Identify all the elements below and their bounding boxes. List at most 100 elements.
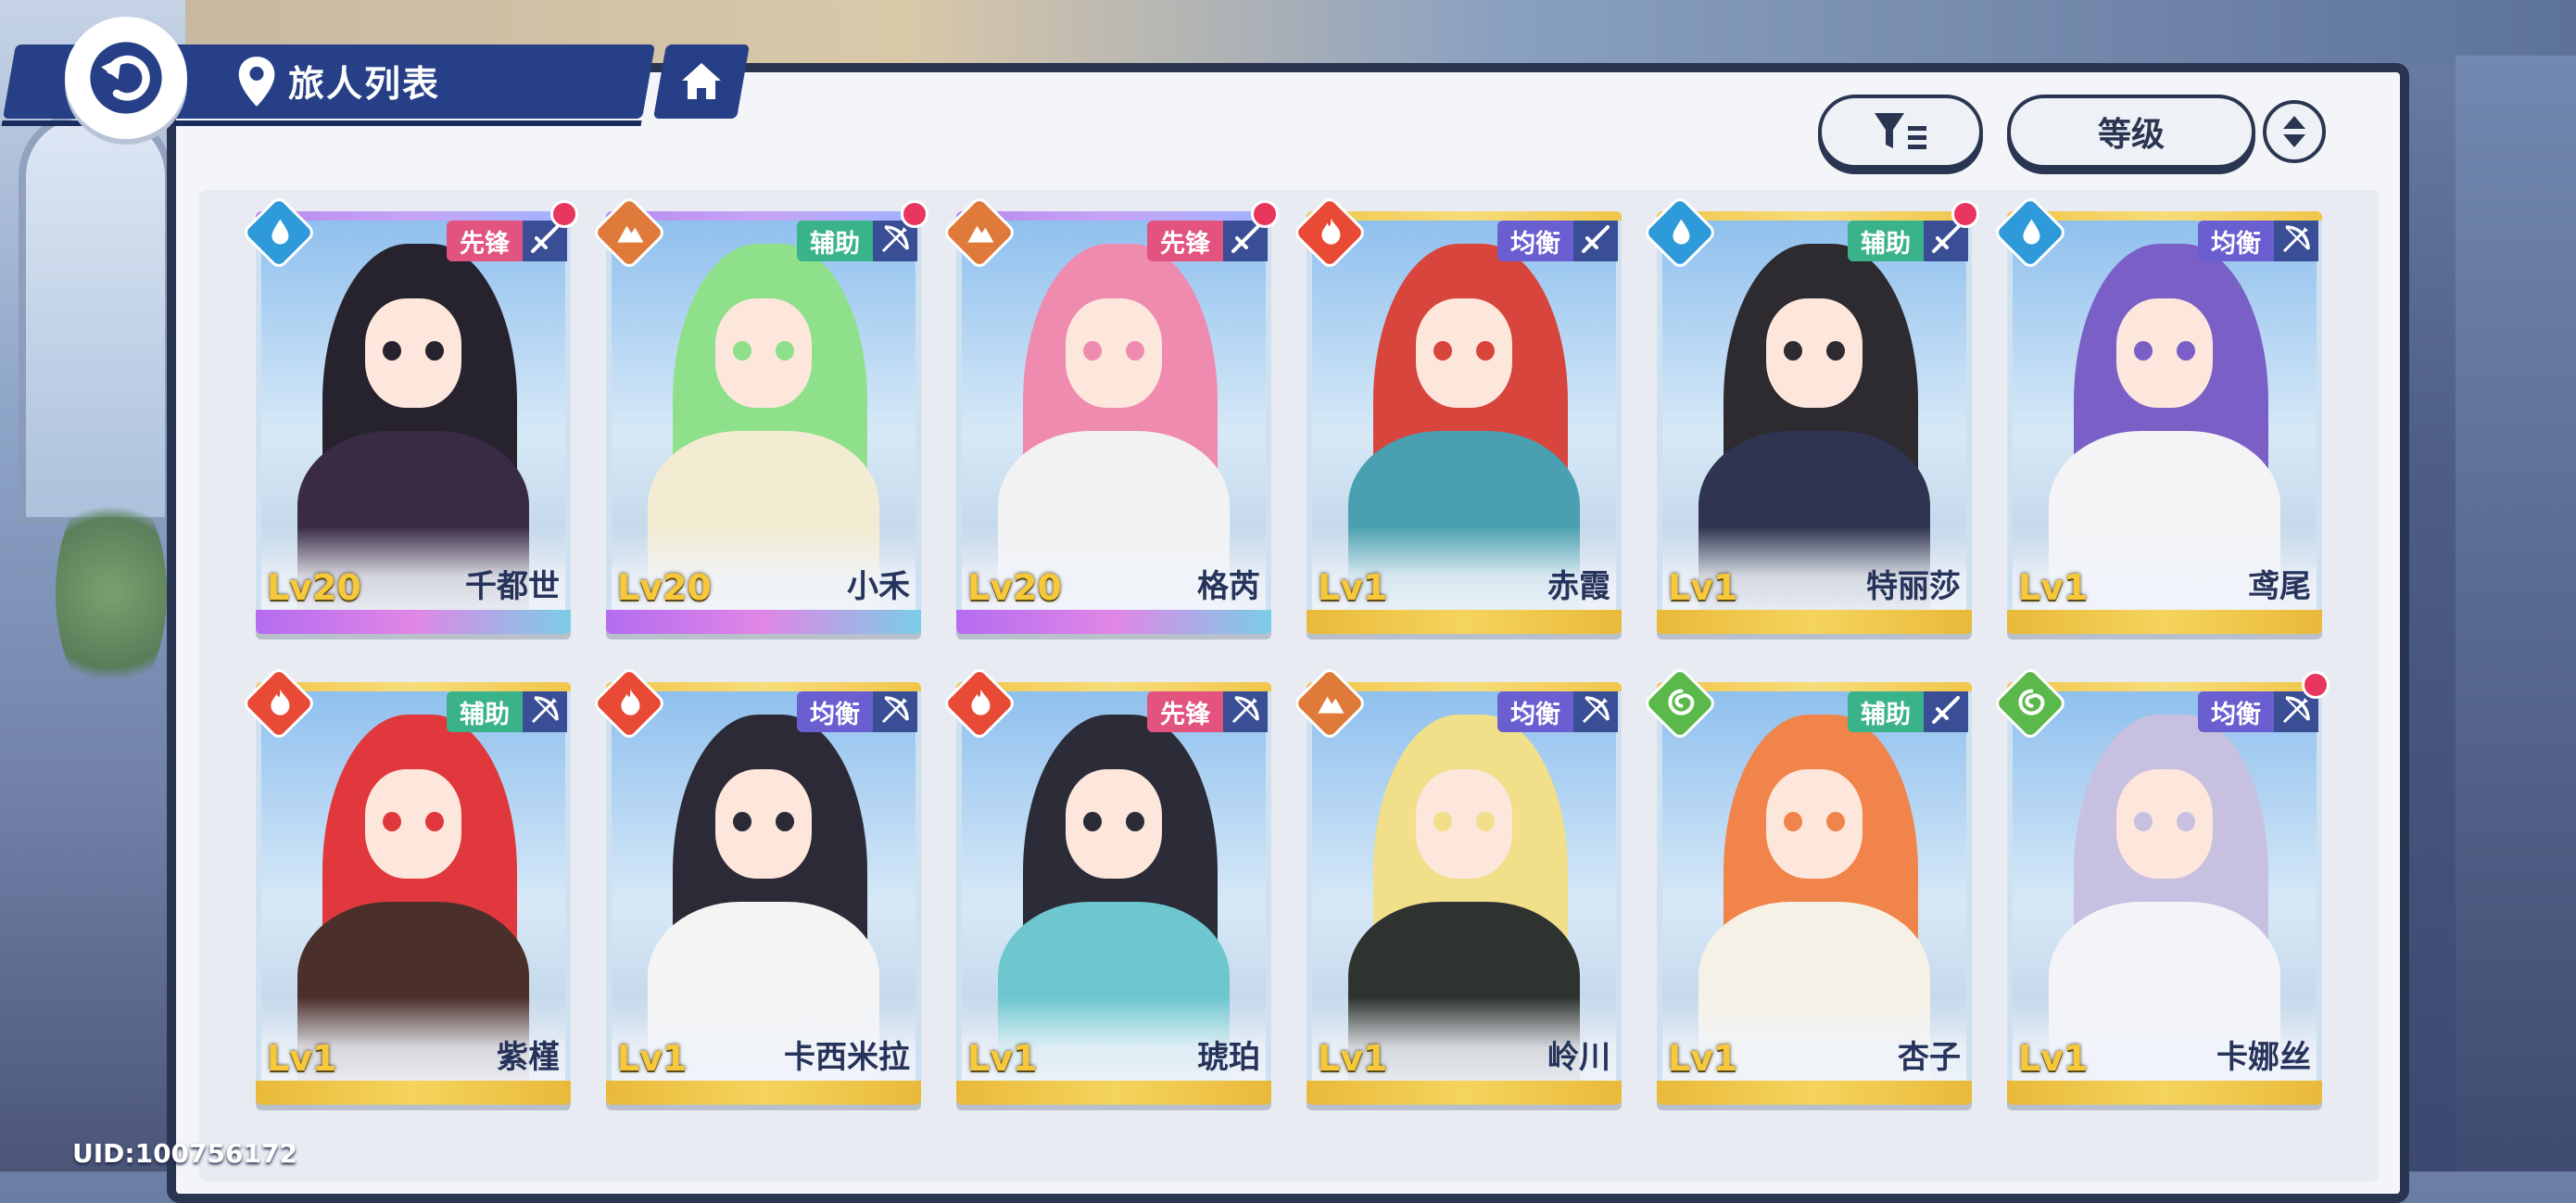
earth-icon bbox=[1307, 681, 1352, 726]
card-rarity-footer bbox=[606, 610, 921, 634]
new-indicator-dot bbox=[2302, 671, 2330, 699]
character-card[interactable]: 辅助 Lv20 小禾 bbox=[606, 211, 921, 634]
sword-icon bbox=[529, 223, 561, 259]
sword-icon bbox=[1580, 223, 1611, 259]
role-badge: 辅助 bbox=[797, 221, 873, 261]
weapon-badge bbox=[523, 691, 567, 732]
character-name: 卡西米拉 bbox=[784, 1039, 910, 1076]
role-badge: 均衡 bbox=[2198, 691, 2274, 732]
fire-icon bbox=[257, 681, 301, 726]
character-card[interactable]: 先锋 Lv1 琥珀 bbox=[956, 682, 1271, 1105]
user-id-label: UID:100756172 bbox=[72, 1138, 297, 1169]
weapon-badge bbox=[2274, 221, 2318, 261]
character-name: 小禾 bbox=[847, 568, 910, 605]
character-level: Lv1 bbox=[267, 1038, 337, 1079]
bow-icon bbox=[879, 694, 911, 729]
character-level: Lv20 bbox=[267, 567, 361, 608]
card-rarity-footer bbox=[956, 1081, 1271, 1105]
character-card[interactable]: 均衡 Lv1 卡西米拉 bbox=[606, 682, 921, 1105]
card-rarity-footer bbox=[256, 1081, 571, 1105]
earth-icon bbox=[957, 210, 1002, 255]
character-card[interactable]: 辅助 Lv1 紫槿 bbox=[256, 682, 571, 1105]
home-icon bbox=[682, 63, 721, 99]
bow-icon bbox=[879, 223, 911, 259]
bow-icon bbox=[529, 694, 561, 729]
character-name: 紫槿 bbox=[497, 1039, 560, 1076]
sort-by-button[interactable]: 等级 bbox=[2007, 95, 2255, 169]
background-scene-right bbox=[2456, 56, 2576, 1171]
background-window bbox=[19, 111, 172, 525]
wind-icon bbox=[2008, 681, 2052, 726]
back-button[interactable] bbox=[65, 17, 187, 139]
character-card[interactable]: 先锋 Lv20 格芮 bbox=[956, 211, 1271, 634]
character-level: Lv20 bbox=[617, 567, 712, 608]
role-badge: 均衡 bbox=[1497, 221, 1573, 261]
bow-icon bbox=[2280, 223, 2312, 259]
sword-icon bbox=[1930, 223, 1962, 259]
card-rarity-footer bbox=[606, 1081, 921, 1105]
character-name: 岭川 bbox=[1547, 1039, 1610, 1076]
wind-icon bbox=[1658, 681, 1702, 726]
character-card[interactable]: 均衡 Lv1 卡娜丝 bbox=[2007, 682, 2322, 1105]
card-rarity-footer bbox=[256, 610, 571, 634]
fire-icon bbox=[957, 681, 1002, 726]
card-rarity-footer bbox=[1657, 610, 1972, 634]
character-level: Lv1 bbox=[2018, 1038, 2089, 1079]
sword-icon bbox=[1230, 223, 1261, 259]
card-rarity-footer bbox=[2007, 1081, 2322, 1105]
home-button[interactable] bbox=[652, 44, 751, 119]
character-name: 琥珀 bbox=[1197, 1039, 1260, 1076]
card-rarity-footer bbox=[956, 610, 1271, 634]
filter-icon bbox=[1875, 113, 1926, 149]
character-card[interactable]: 均衡 Lv1 鸢尾 bbox=[2007, 211, 2322, 634]
character-level: Lv1 bbox=[1668, 1038, 1738, 1079]
background-plant bbox=[56, 482, 167, 704]
character-level: Lv1 bbox=[617, 1038, 688, 1079]
card-rarity-footer bbox=[1657, 1081, 1972, 1105]
weapon-badge bbox=[1573, 221, 1618, 261]
bow-icon bbox=[1580, 694, 1611, 729]
character-card[interactable]: 辅助 Lv1 杏子 bbox=[1657, 682, 1972, 1105]
character-name: 卡娜丝 bbox=[2216, 1039, 2311, 1076]
fire-icon bbox=[1307, 210, 1352, 255]
card-rarity-footer bbox=[2007, 610, 2322, 634]
role-badge: 先锋 bbox=[1147, 221, 1223, 261]
role-badge: 先锋 bbox=[1147, 691, 1223, 732]
water-icon bbox=[2008, 210, 2052, 255]
role-badge: 辅助 bbox=[1848, 221, 1924, 261]
character-level: Lv1 bbox=[1318, 567, 1388, 608]
character-level: Lv1 bbox=[967, 1038, 1038, 1079]
role-badge: 辅助 bbox=[447, 691, 523, 732]
character-level: Lv20 bbox=[967, 567, 1062, 608]
water-icon bbox=[257, 210, 301, 255]
earth-icon bbox=[607, 210, 651, 255]
filter-button[interactable] bbox=[1818, 95, 1983, 169]
sort-descending-icon bbox=[2283, 134, 2305, 147]
sort-ascending-icon bbox=[2283, 116, 2305, 129]
sword-icon bbox=[1930, 694, 1962, 729]
role-badge: 辅助 bbox=[1848, 691, 1924, 732]
weapon-badge bbox=[1924, 691, 1968, 732]
character-name: 鸢尾 bbox=[2248, 568, 2311, 605]
card-rarity-footer bbox=[1307, 1081, 1622, 1105]
character-card[interactable]: 均衡 Lv1 岭川 bbox=[1307, 682, 1622, 1105]
character-name: 格芮 bbox=[1197, 568, 1260, 605]
card-rarity-footer bbox=[1307, 610, 1622, 634]
weapon-badge bbox=[1573, 691, 1618, 732]
character-name: 杏子 bbox=[1898, 1039, 1961, 1076]
weapon-badge bbox=[1223, 691, 1268, 732]
new-indicator-dot bbox=[901, 200, 928, 228]
character-level: Lv1 bbox=[1668, 567, 1738, 608]
new-indicator-dot bbox=[1251, 200, 1279, 228]
character-card[interactable]: 辅助 Lv1 特丽莎 bbox=[1657, 211, 1972, 634]
back-arrow-icon bbox=[90, 42, 162, 114]
sort-order-toggle[interactable] bbox=[2263, 100, 2326, 163]
page-title: 旅人列表 bbox=[288, 64, 441, 106]
weapon-badge bbox=[873, 691, 917, 732]
character-name: 赤霞 bbox=[1547, 568, 1610, 605]
character-card[interactable]: 先锋 Lv20 千都世 bbox=[256, 211, 571, 634]
character-card[interactable]: 均衡 Lv1 赤霞 bbox=[1307, 211, 1622, 634]
role-badge: 均衡 bbox=[797, 691, 873, 732]
role-badge: 均衡 bbox=[1497, 691, 1573, 732]
character-grid: 先锋 Lv20 千都世 辅助 Lv20 小禾 先锋 Lv20 格芮 均衡 Lv1… bbox=[256, 211, 2335, 1105]
